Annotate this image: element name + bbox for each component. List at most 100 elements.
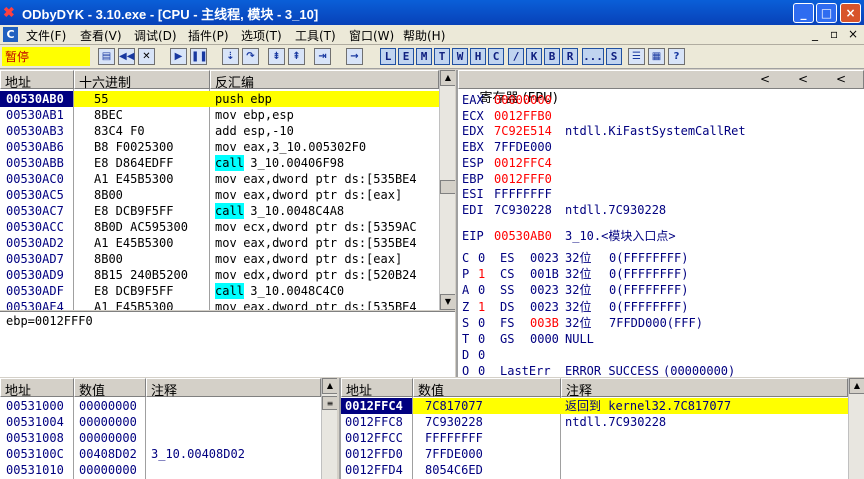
stack-col-header-address[interactable]: 地址 [341,378,413,399]
stack-row[interactable]: 0012FFD0 7FFDE000 [341,446,848,462]
threads-window-button[interactable]: T [434,48,450,65]
goto-icon[interactable]: → [346,48,363,65]
restart-icon[interactable]: ◀◀ [118,48,135,65]
patches-window-button[interactable]: / [508,48,524,65]
stack-row[interactable]: 0012FFC8 7C930228 ntdll.7C930228 [341,414,848,430]
cpu-window-button[interactable]: C [488,48,504,65]
appearance-icon[interactable]: ▦ [648,48,665,65]
memory-window-button[interactable]: M [416,48,432,65]
disasm-row[interactable]: 00530ACC 8B0D AC595300 mov ecx,dword ptr d… [0,219,439,235]
flag-value[interactable]: 0 [478,282,485,298]
disasm-row[interactable]: 00530AD7 8B00 mov eax,dword ptr ds:[eax] [0,251,439,267]
dump-row[interactable]: 0053100C 00408D02 3_10.00408D02 [0,446,321,462]
col-header-disasm[interactable]: 反汇编 [210,70,439,91]
flag-value[interactable]: 0 [478,250,485,266]
registers-nav-1[interactable]: < [760,72,770,86]
register-value[interactable]: 7FFDE000 [494,139,552,155]
breakpoints-window-button[interactable]: B [544,48,560,65]
menu-window[interactable]: 窗口(W) [349,27,394,44]
menu-tools[interactable]: 工具(T) [295,27,336,44]
register-value[interactable]: 00000000 [494,92,552,108]
source-window-button[interactable]: S [606,48,622,65]
disasm-row[interactable]: 00530AC5 8B00 mov eax,dword ptr ds:[eax] [0,187,439,203]
stack-row[interactable]: 0012FFD4 8054C6ED [341,462,848,478]
menu-options[interactable]: 选项(T) [241,27,282,44]
modules-window-button[interactable]: E [398,48,414,65]
step-into-icon[interactable]: ⇣ [222,48,239,65]
flag-value[interactable]: 0 [478,347,485,363]
mdi-close-button[interactable]: × [848,27,858,41]
scroll-down-arrow[interactable]: ▼ [440,294,455,310]
open-icon[interactable]: ▤ [98,48,115,65]
mdi-restore-button[interactable]: ▫ [830,27,838,41]
dump-row[interactable]: 00531000 00000000 [0,398,321,414]
dump-col-header-comment[interactable]: 注释 [146,378,321,399]
flag-value[interactable]: 0 [478,363,485,377]
stack-col-header-comment[interactable]: 注释 [561,378,848,399]
dump-row[interactable]: 00531010 00000000 [0,462,321,478]
step-over-icon[interactable]: ↷ [242,48,259,65]
cpu-window-icon[interactable]: C [3,27,18,42]
callstack-window-button[interactable]: K [526,48,542,65]
disasm-row[interactable]: 00530AB0 55 push ebp [0,91,439,107]
disasm-row[interactable]: 00530ADF E8 DCB9F5FF call 3_10.0048C4C0 [0,283,439,299]
execute-till-return-icon[interactable]: ⇥ [314,48,331,65]
disasm-row[interactable]: 00530AD2 A1 E45B5300 mov eax,dword ptr ds:… [0,235,439,251]
col-header-hex[interactable]: 十六进制 [74,70,210,91]
flag-value[interactable]: 1 [478,299,485,315]
disasm-row[interactable]: 00530ABB E8 D864EDFF call 3_10.00406F98 [0,155,439,171]
stack-scrollbar[interactable]: ▲ [848,378,864,479]
dump-col-header-address[interactable]: 地址 [0,378,74,399]
col-header-address[interactable]: 地址 [0,70,74,91]
run-icon[interactable]: ▶ [170,48,187,65]
disasm-row[interactable]: 00530AB3 83C4 F0 add esp,-10 [0,123,439,139]
disasm-row[interactable]: 00530AC7 E8 DCB9F5FF call 3_10.0048C4A8 [0,203,439,219]
options-icon[interactable]: ☰ [628,48,645,65]
stack-col-header-value[interactable]: 数值 [413,378,561,399]
close-process-icon[interactable]: ✕ [138,48,155,65]
registers-nav-3[interactable]: < [836,72,846,86]
close-button[interactable]: × [840,3,861,23]
menu-file[interactable]: 文件(F) [26,27,66,44]
dump-scroll-thumb[interactable]: ≡ [322,396,337,410]
dump-col-header-value[interactable]: 数值 [74,378,146,399]
dump-row[interactable]: 00531004 00000000 [0,414,321,430]
minimize-button[interactable]: _ [793,3,814,23]
run-trace-window-button[interactable]: ... [582,48,604,65]
scroll-up-arrow[interactable]: ▲ [440,70,455,86]
pause-icon[interactable]: ❚❚ [190,48,208,65]
references-window-button[interactable]: R [562,48,578,65]
windows-window-button[interactable]: W [452,48,468,65]
registers-nav-2[interactable]: < [798,72,808,86]
menu-plugins[interactable]: 插件(P) [188,27,229,44]
disasm-row[interactable]: 00530AE4 A1 E45B5300 mov eax,dword ptr ds:… [0,299,439,310]
mdi-minimize-button[interactable]: _ [812,27,818,41]
register-value[interactable]: 7C930228 [494,202,552,218]
disasm-row[interactable]: 00530AB1 8BEC mov ebp,esp [0,107,439,123]
stack-scroll-up-arrow[interactable]: ▲ [849,378,864,394]
menu-view[interactable]: 查看(V) [80,27,122,44]
register-value[interactable]: 0012FFF0 [494,171,552,187]
handles-window-button[interactable]: H [470,48,486,65]
register-value[interactable]: 0012FFC4 [494,155,552,171]
trace-over-icon[interactable]: ⇞ [288,48,305,65]
maximize-button[interactable]: □ [816,3,837,23]
dump-row[interactable]: 00531008 00000000 [0,430,321,446]
dump-scroll-up-arrow[interactable]: ▲ [322,378,337,394]
register-value[interactable]: FFFFFFFF [494,186,552,202]
dump-scrollbar[interactable]: ▲ ≡ [321,378,337,479]
help-icon[interactable]: ? [668,48,685,65]
eip-value[interactable]: 00530AB0 [494,228,552,244]
trace-into-icon[interactable]: ⇟ [268,48,285,65]
disasm-row[interactable]: 00530AD9 8B15 240B5200 mov edx,dword ptr d… [0,267,439,283]
register-value[interactable]: 7C92E514 [494,123,552,139]
log-window-button[interactable]: L [380,48,396,65]
disasm-row[interactable]: 00530AB6 B8 F0025300 mov eax,3_10.005302F0 [0,139,439,155]
disasm-row[interactable]: 00530AC0 A1 E45B5300 mov eax,dword ptr ds:… [0,171,439,187]
stack-row[interactable]: 0012FFCC FFFFFFFF [341,430,848,446]
register-value[interactable]: 0012FFB0 [494,108,552,124]
flag-value[interactable]: 0 [478,315,485,331]
menu-help[interactable]: 帮助(H) [403,27,445,44]
flag-value[interactable]: 0 [478,331,485,347]
menu-debug[interactable]: 调试(D) [134,27,177,44]
